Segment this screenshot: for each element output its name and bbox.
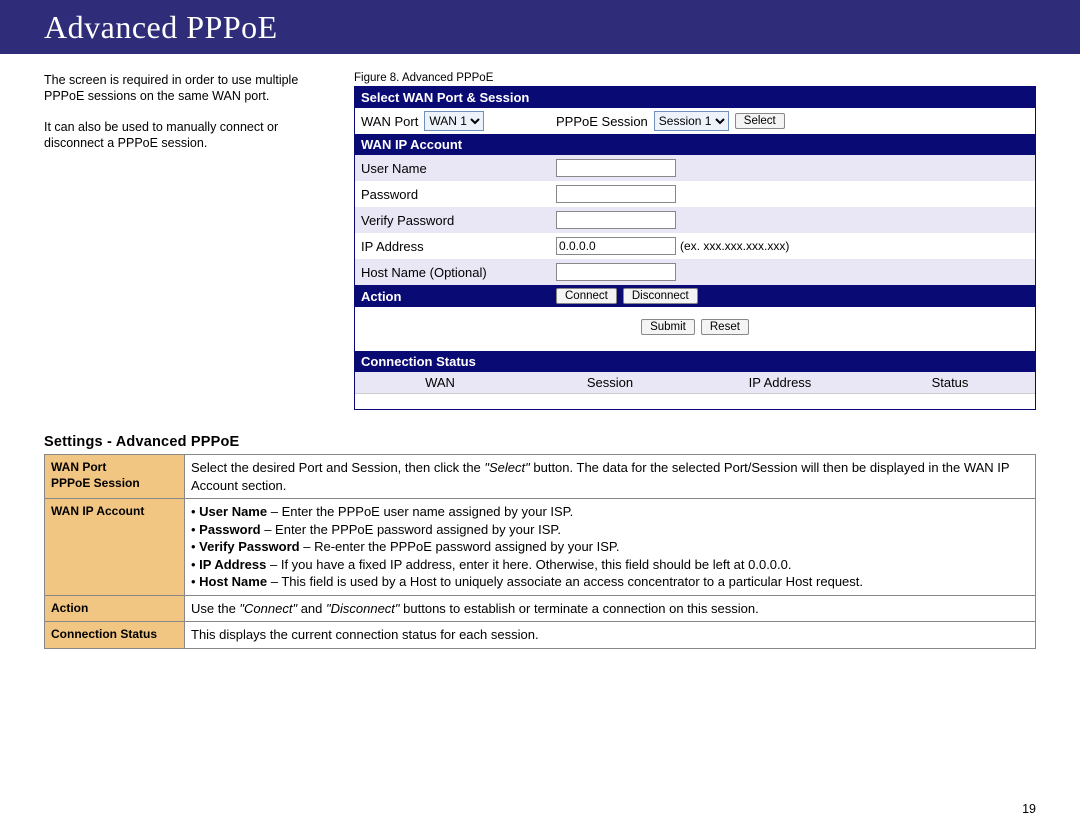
section-header-select: Select WAN Port & Session	[355, 87, 1035, 108]
settings-val-wanport: Select the desired Port and Session, the…	[185, 455, 1036, 499]
reset-button[interactable]: Reset	[701, 319, 749, 335]
select-button[interactable]: Select	[735, 113, 785, 129]
status-col-session: Session	[525, 375, 695, 390]
ip-address-input[interactable]	[556, 237, 676, 255]
settings-val-connstatus: This displays the current connection sta…	[185, 622, 1036, 649]
table-row: WAN IP Account User Name – Enter the PPP…	[45, 499, 1036, 596]
wan-port-label: WAN Port	[361, 114, 418, 129]
settings-key-connstatus: Connection Status	[45, 622, 185, 649]
settings-val-wanip: User Name – Enter the PPPoE user name as…	[185, 499, 1036, 596]
pppoe-session-select[interactable]: Session 1	[654, 111, 729, 131]
host-name-input[interactable]	[556, 263, 676, 281]
password-label: Password	[361, 187, 556, 202]
config-panel: Select WAN Port & Session WAN Port WAN 1…	[354, 86, 1036, 410]
settings-key-wanport: WAN Port PPPoE Session	[45, 455, 185, 499]
settings-heading: Settings - Advanced PPPoE	[44, 434, 1036, 450]
disconnect-button[interactable]: Disconnect	[623, 288, 698, 304]
title-bar: Advanced PPPoE	[0, 0, 1080, 54]
table-row: WAN Port PPPoE Session Select the desire…	[45, 455, 1036, 499]
status-columns: WAN Session IP Address Status	[355, 372, 1035, 393]
submit-button[interactable]: Submit	[641, 319, 695, 335]
host-name-label: Host Name (Optional)	[361, 265, 556, 280]
settings-key-action: Action	[45, 595, 185, 622]
intro-paragraph-2: It can also be used to manually connect …	[44, 119, 336, 152]
settings-table: WAN Port PPPoE Session Select the desire…	[44, 454, 1036, 649]
ip-address-hint: (ex. xxx.xxx.xxx.xxx)	[680, 239, 789, 253]
wan-port-select[interactable]: WAN 1	[424, 111, 484, 131]
section-header-connstatus: Connection Status	[355, 351, 1035, 372]
settings-key-wanip: WAN IP Account	[45, 499, 185, 596]
intro-text: The screen is required in order to use m…	[44, 72, 354, 165]
user-name-input[interactable]	[556, 159, 676, 177]
section-header-action: Action Connect Disconnect	[355, 285, 1035, 307]
intro-paragraph-1: The screen is required in order to use m…	[44, 72, 336, 105]
table-row: Action Use the "Connect" and "Disconnect…	[45, 595, 1036, 622]
figure-caption: Figure 8. Advanced PPPoE	[354, 72, 1036, 84]
status-col-status: Status	[865, 375, 1035, 390]
status-col-ip: IP Address	[695, 375, 865, 390]
page-title: Advanced PPPoE	[44, 9, 278, 46]
settings-val-action: Use the "Connect" and "Disconnect" butto…	[185, 595, 1036, 622]
verify-password-input[interactable]	[556, 211, 676, 229]
password-input[interactable]	[556, 185, 676, 203]
section-header-wanip: WAN IP Account	[355, 134, 1035, 155]
page-number: 19	[1022, 802, 1036, 816]
verify-password-label: Verify Password	[361, 213, 556, 228]
ip-address-label: IP Address	[361, 239, 556, 254]
table-row: Connection Status This displays the curr…	[45, 622, 1036, 649]
pppoe-session-label: PPPoE Session	[556, 114, 648, 129]
user-name-label: User Name	[361, 161, 556, 176]
status-body	[355, 393, 1035, 409]
status-col-wan: WAN	[355, 375, 525, 390]
connect-button[interactable]: Connect	[556, 288, 617, 304]
